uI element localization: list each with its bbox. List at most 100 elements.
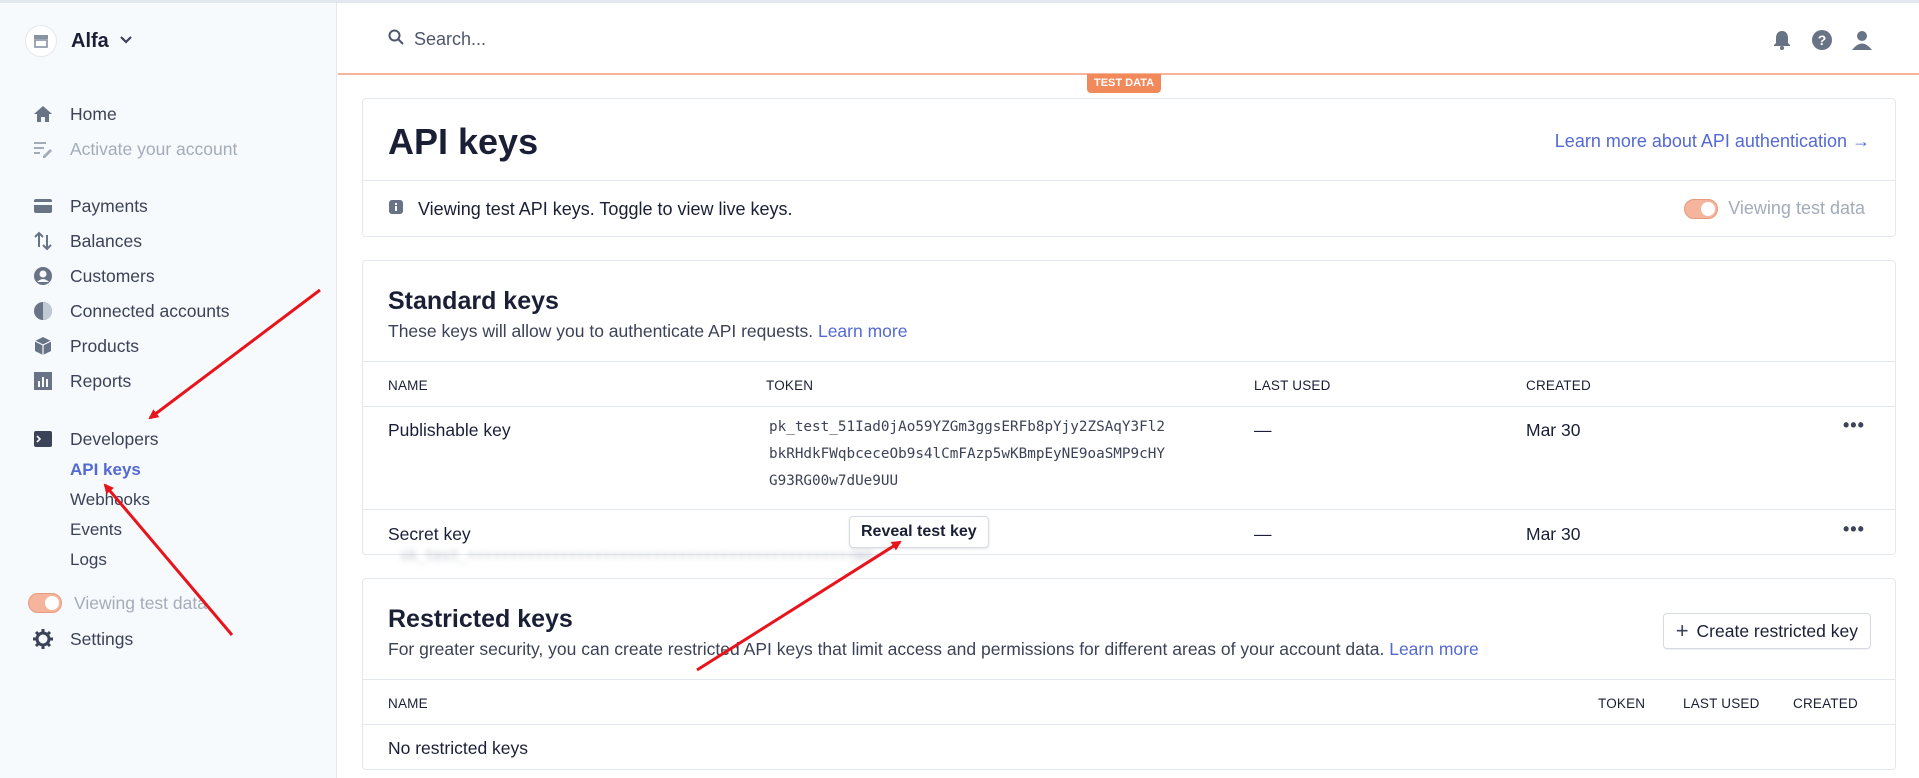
user-icon[interactable] [1849,27,1875,53]
sidebar-item-balances[interactable]: Balances [32,228,142,254]
bell-icon[interactable] [1769,27,1795,53]
standard-keys-card: Standard keys These keys will allow you … [362,260,1896,555]
sidebar-item-label: Customers [70,265,155,286]
sidebar-test-data-toggle[interactable]: Viewing test data [28,590,207,616]
sidebar-item-home[interactable]: Home [32,101,117,127]
column-header-last-used: Last used [1254,378,1331,393]
search-placeholder: Search... [414,29,487,49]
sidebar-item-connected-accounts[interactable]: Connected accounts [32,298,230,324]
info-text: Viewing test API keys. Toggle to view li… [418,199,793,219]
test-data-toggle[interactable] [28,593,62,613]
token-line: pk_test_51Iad0jAo59YZGm3ggsERFb8pYjy2ZSA… [769,419,1165,435]
description-text: For greater security, you can create res… [388,639,1385,659]
view-test-data-toggle[interactable]: Viewing test data [1684,198,1865,219]
blurred-secret-key: sk_test_••••••••••••••••••••••••••••••••… [400,548,873,564]
column-header-token: Token [766,378,814,393]
sidebar-item-events[interactable]: Events [70,520,122,540]
sidebar-item-label: Activate your account [70,138,238,159]
token-line: G93RG00w7dUe9UU [769,473,899,489]
sidebar-item-logs[interactable]: Logs [70,550,107,570]
sidebar-item-settings[interactable]: Settings [32,626,133,652]
gear-icon [32,628,54,650]
created-date: Mar 30 [1526,524,1581,544]
sidebar-item-reports[interactable]: Reports [32,368,131,394]
sidebar-item-label: Settings [70,628,134,649]
column-header-token: Token [1598,696,1646,711]
page-title: API keys [388,121,539,162]
test-data-badge: TEST DATA [1087,74,1162,93]
sidebar-item-label: Developers [70,428,159,449]
standard-keys-description: These keys will allow you to authenticat… [388,321,907,342]
top-header: Search... ? [338,3,1919,75]
search-icon [388,29,404,50]
create-restricted-key-button[interactable]: + Create restricted key [1662,613,1871,649]
sidebar-item-activate[interactable]: Activate your account [32,136,237,162]
restricted-keys-description: For greater security, you can create res… [388,639,1479,660]
restricted-keys-card: Restricted keys For greater security, yo… [362,578,1896,770]
toggle-label: Viewing test data [1728,198,1865,218]
globe-icon [32,300,54,322]
plus-icon: + [1675,618,1689,643]
sidebar-item-api-keys[interactable]: API keys [70,460,141,480]
reveal-test-key-button[interactable]: Reveal test key [849,516,989,548]
api-keys-header-card: API keys Learn more about API authentica… [362,98,1896,237]
column-header-created: Created [1526,378,1591,393]
help-icon[interactable]: ? [1809,27,1835,53]
more-actions-button[interactable]: ••• [1843,415,1865,436]
last-used: — [1254,524,1272,544]
column-header-name: Name [388,378,428,393]
learn-more-link[interactable]: Learn more [1389,639,1479,659]
sidebar-item-payments[interactable]: Payments [32,193,148,219]
sidebar-item-label: Reports [70,370,132,391]
test-data-toggle[interactable] [1684,198,1719,219]
edit-list-icon [32,138,54,160]
info-row: Viewing test API keys. Toggle to view li… [388,199,793,220]
standard-keys-title: Standard keys [388,287,559,315]
sidebar-item-developers[interactable]: Developers [32,426,159,452]
sidebar-item-label: Connected accounts [70,300,230,321]
divider [363,180,1895,181]
sidebar-item-label: Home [70,103,117,124]
account-switcher[interactable]: Alfa [25,25,133,57]
home-icon [32,103,54,125]
svg-text:?: ? [1818,32,1827,48]
divider [363,509,1895,510]
publishable-key-token[interactable]: pk_test_51Iad0jAo59YZGm3ggsERFb8pYjy2ZSA… [769,414,1165,495]
info-icon [388,199,404,220]
more-actions-button[interactable]: ••• [1843,519,1865,540]
token-line: bkRHdkFWqbceceOb9s4lCmFAzp5wKBmpEyNE9oaS… [769,446,1165,462]
payments-icon [32,195,54,217]
learn-more-link[interactable]: Learn more [818,321,908,341]
sidebar-item-label: Payments [70,195,148,216]
sidebar-item-products[interactable]: Products [32,333,139,359]
divider [363,679,1895,680]
search-input[interactable]: Search... [388,29,486,50]
sidebar-item-label: Balances [70,230,142,251]
divider [363,406,1895,407]
column-header-name: Name [388,696,428,711]
last-used: — [1254,420,1272,440]
sidebar-item-webhooks[interactable]: Webhooks [70,490,150,510]
sidebar-item-label: Products [70,335,140,356]
customer-icon [32,265,54,287]
button-label: Create restricted key [1696,620,1858,641]
restricted-keys-title: Restricted keys [388,605,573,633]
empty-state: No restricted keys [388,738,529,758]
created-date: Mar 30 [1526,420,1581,440]
column-header-created: Created [1793,696,1858,711]
store-icon [25,25,57,57]
divider [363,361,1895,362]
balances-icon [32,230,54,252]
key-name: Publishable key [388,420,511,440]
reports-icon [32,370,54,392]
divider [363,724,1895,725]
key-name: Secret key [388,524,471,544]
sidebar-item-label: Viewing test data [74,592,207,613]
column-header-last-used: Last used [1683,696,1760,711]
description-text: These keys will allow you to authenticat… [388,321,814,341]
sidebar: Alfa Home Activate your account Payments… [0,3,337,778]
api-auth-link[interactable]: Learn more about API authentication → [1555,131,1870,152]
sidebar-item-customers[interactable]: Customers [32,263,155,289]
chevron-down-icon [119,32,133,50]
terminal-icon [32,428,54,450]
